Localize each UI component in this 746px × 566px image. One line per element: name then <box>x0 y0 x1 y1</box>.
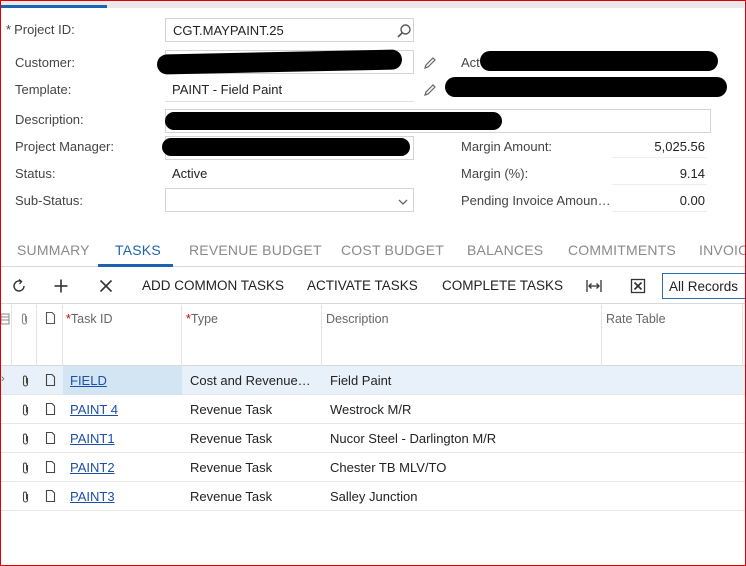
refresh-icon[interactable] <box>11 278 27 294</box>
chevron-down-icon[interactable] <box>395 194 411 210</box>
task-description: Salley Junction <box>330 489 418 504</box>
task-description: Nucor Steel - Darlington M/R <box>330 431 497 446</box>
paperclip-icon[interactable] <box>20 432 31 446</box>
edit-pencil-icon[interactable] <box>422 82 438 98</box>
paperclip-icon[interactable] <box>20 403 31 417</box>
complete-tasks-button[interactable]: COMPLETE TASKS <box>442 278 563 293</box>
document-icon[interactable] <box>45 373 56 387</box>
tab-invoices[interactable]: INVOIC <box>699 242 746 258</box>
plus-icon[interactable] <box>53 278 69 294</box>
header-type-label: Type <box>190 312 218 326</box>
margin-pct-value: 9.14 <box>612 163 707 185</box>
header-task-id[interactable]: *Task ID <box>63 305 182 366</box>
top-progress-bar <box>1 1 744 8</box>
template-input[interactable]: PAINT - Field Paint <box>165 78 414 102</box>
task-id-link[interactable]: PAINT2 <box>70 460 115 475</box>
tab-tasks[interactable]: TASKS <box>115 242 161 258</box>
excel-export-icon[interactable] <box>630 278 646 294</box>
row-pointer-icon: › <box>1 373 5 385</box>
header-description-label: Description <box>326 312 389 326</box>
paperclip-icon[interactable] <box>20 461 31 475</box>
header-cell-rowselector <box>0 305 12 366</box>
margin-pct-label: Margin (%): <box>461 166 529 181</box>
task-id-link[interactable]: PAINT 4 <box>70 402 118 417</box>
status-label: Status: <box>15 166 56 181</box>
edit-pencil-icon[interactable] <box>422 55 438 71</box>
header-cell-attachments <box>12 305 37 366</box>
pending-invoice-value: 0.00 <box>612 190 707 212</box>
project-manager-label: Project Manager: <box>15 139 114 154</box>
active-tab-indicator <box>98 264 173 267</box>
header-task-id-label: Task ID <box>70 312 113 326</box>
paperclip-icon[interactable] <box>20 490 31 504</box>
description-redaction <box>165 112 502 130</box>
paperclip-icon <box>21 313 28 325</box>
add-common-tasks-button[interactable]: ADD COMMON TASKS <box>142 278 284 293</box>
tab-bar: SUMMARY TASKS REVENUE BUDGET COST BUDGET… <box>1 236 746 267</box>
header-description[interactable]: Description <box>322 305 602 366</box>
row-settings-icon[interactable] <box>0 312 10 326</box>
status-value: Active <box>172 166 208 181</box>
table-row[interactable]: PAINT3 Revenue Task Salley Junction <box>1 482 745 511</box>
document-icon[interactable] <box>45 402 56 416</box>
records-filter-value: All Records <box>669 279 739 294</box>
description-label: Description: <box>15 112 84 127</box>
substatus-label: Sub-Status: <box>15 193 83 208</box>
table-row[interactable]: › FIELD Cost and Revenue… Field Paint <box>1 366 745 395</box>
task-description: Westrock M/R <box>330 402 412 417</box>
header-cell-notes <box>37 305 63 366</box>
pending-invoice-label: Pending Invoice Amoun… <box>461 193 611 208</box>
table-row[interactable]: PAINT1 Revenue Task Nucor Steel - Darlin… <box>1 424 745 453</box>
close-icon[interactable] <box>98 278 114 294</box>
task-description: Field Paint <box>330 373 392 388</box>
project-id-label: * Project ID: <box>6 22 75 37</box>
task-description: Chester TB MLV/TO <box>330 460 447 475</box>
header-rate-table[interactable]: Rate Table <box>602 305 743 366</box>
tab-cost-budget[interactable]: COST BUDGET <box>341 242 444 258</box>
margin-amount-value: 5,025.56 <box>612 136 707 158</box>
project-id-value: CGT.MAYPAINT.25 <box>173 23 284 38</box>
substatus-select[interactable] <box>165 188 414 212</box>
right-partial-label: Act <box>461 55 480 70</box>
paperclip-icon[interactable] <box>20 374 31 388</box>
task-type: Revenue Task <box>190 431 273 446</box>
project-manager-redaction <box>162 138 410 156</box>
task-type: Revenue Task <box>190 402 273 417</box>
header-rate-table-label: Rate Table <box>606 312 666 326</box>
margin-amount-label: Margin Amount: <box>461 139 553 154</box>
task-id-link[interactable]: FIELD <box>70 373 107 388</box>
template-label: Template: <box>15 82 72 97</box>
document-icon[interactable] <box>45 460 56 474</box>
task-type: Revenue Task <box>190 460 273 475</box>
task-id-link[interactable]: PAINT1 <box>70 431 115 446</box>
customer-label: Customer: <box>15 55 75 70</box>
project-id-input[interactable]: CGT.MAYPAINT.25 <box>165 18 414 42</box>
document-icon[interactable] <box>45 489 56 503</box>
right-second-redaction <box>445 77 727 97</box>
search-icon[interactable] <box>396 23 412 39</box>
template-value: PAINT - Field Paint <box>172 82 283 97</box>
task-id-link[interactable]: PAINT3 <box>70 489 115 504</box>
grid-header: *Task ID *Type Description Rate Table <box>0 305 745 366</box>
document-icon[interactable] <box>45 431 56 445</box>
document-icon <box>45 311 56 325</box>
task-type: Cost and Revenue… <box>190 373 311 388</box>
header-type[interactable]: *Type <box>182 305 322 366</box>
fit-columns-icon[interactable] <box>586 278 602 294</box>
right-top-redaction <box>480 51 718 71</box>
tab-commitments[interactable]: COMMITMENTS <box>568 242 676 258</box>
task-type: Revenue Task <box>190 489 273 504</box>
table-row[interactable]: PAINT2 Revenue Task Chester TB MLV/TO <box>1 453 745 482</box>
tab-summary[interactable]: SUMMARY <box>17 242 90 258</box>
grid-toolbar: ADD COMMON TASKS ACTIVATE TASKS COMPLETE… <box>1 268 745 304</box>
activate-tasks-button[interactable]: ACTIVATE TASKS <box>307 278 418 293</box>
table-row[interactable]: PAINT 4 Revenue Task Westrock M/R <box>1 395 745 424</box>
tab-revenue-budget[interactable]: REVENUE BUDGET <box>189 242 322 258</box>
top-active-segment <box>1 5 107 8</box>
tab-balances[interactable]: BALANCES <box>467 242 543 258</box>
records-filter-select[interactable]: All Records <box>662 273 746 299</box>
